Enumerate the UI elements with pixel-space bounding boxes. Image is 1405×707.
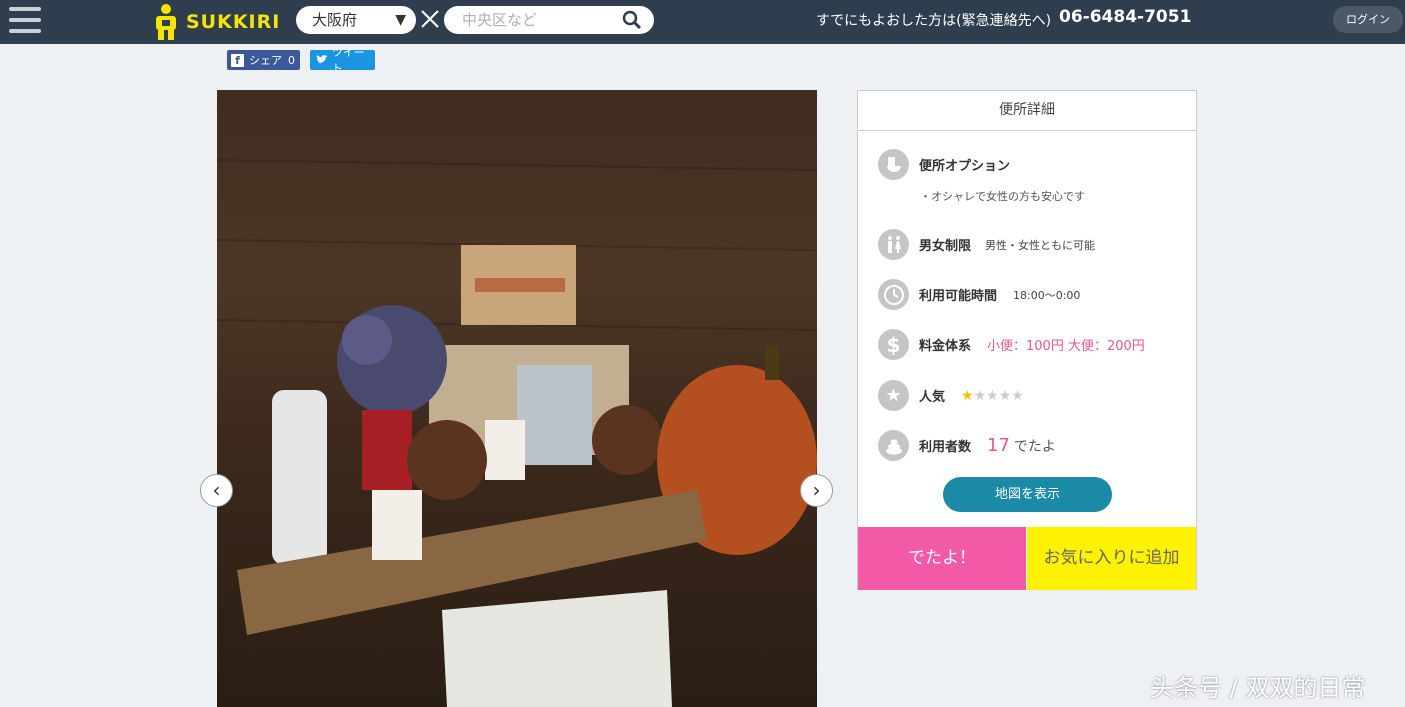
share-label: シェア <box>249 54 282 67</box>
toilet-icon <box>878 149 909 180</box>
star-empty-icon: ★ <box>973 387 987 404</box>
star-empty-icon: ★ <box>986 387 999 404</box>
panel-title: 便所詳細 <box>858 91 1196 131</box>
chevron-down-icon: ▼ <box>395 12 406 28</box>
hours-value: 18:00〜0:00 <box>1013 288 1081 302</box>
poop-icon <box>878 430 909 461</box>
top-header: SUKKIRI 大阪府 ▼ すでにもよおした方は(緊急連絡先へ) 06-6484… <box>0 0 1405 44</box>
clock-icon <box>878 279 909 310</box>
users-unit: でたよ <box>1013 438 1056 455</box>
users-label: 利用者数 <box>919 440 972 455</box>
twitter-bird-icon <box>316 55 328 64</box>
facebook-icon: f <box>231 53 244 67</box>
prefecture-select[interactable]: 大阪府 ▼ <box>296 6 416 34</box>
photo-illustration <box>217 159 817 707</box>
popularity-stars: ★★★★★ <box>961 388 1024 404</box>
search-icon[interactable] <box>622 10 642 30</box>
site-logo[interactable]: SUKKIRI <box>152 2 280 42</box>
star-empty-icon: ★ <box>1011 387 1024 404</box>
close-icon <box>421 10 439 28</box>
gender-row: 男女制限 男性・女性ともに可能 <box>878 229 1095 260</box>
popularity-label: 人気 <box>919 390 946 405</box>
logo-text: SUKKIRI <box>186 11 281 33</box>
tweet-label: ツイート <box>331 46 365 75</box>
facebook-share-button[interactable]: f シェア 0 <box>227 50 300 70</box>
option-label: 便所オプション <box>919 159 1011 174</box>
toilet-photo <box>217 90 817 707</box>
option-row: 便所オプション <box>878 149 1010 180</box>
search-input[interactable] <box>460 10 614 30</box>
next-photo-button[interactable]: › <box>800 474 833 507</box>
deta-button[interactable]: でたよ！ <box>858 527 1026 590</box>
fee-label: 料金体系 <box>919 339 972 354</box>
popularity-row: ★ 人気 ★★★★★ <box>878 380 1024 411</box>
show-map-button[interactable]: 地図を表示 <box>943 477 1112 512</box>
hamburger-menu-icon[interactable] <box>9 7 41 35</box>
prev-photo-button[interactable]: ‹ <box>200 474 233 507</box>
emergency-phone[interactable]: 06-6484-7051 <box>1059 7 1191 27</box>
hours-row: 利用可能時間 18:00〜0:00 <box>878 279 1080 310</box>
prefecture-value: 大阪府 <box>312 11 358 29</box>
share-count: 0 <box>288 53 295 67</box>
tweet-button[interactable]: ツイート <box>310 46 375 75</box>
star-icon: ★ <box>878 380 909 411</box>
emergency-contact-text: すでにもよおした方は(緊急連絡先へ) <box>816 13 1052 29</box>
gender-label: 男女制限 <box>919 239 972 254</box>
dollar-icon: $ <box>878 329 909 360</box>
users-row: 利用者数 17 でたよ <box>878 430 1056 461</box>
hours-label: 利用可能時間 <box>919 289 998 304</box>
add-favorite-button[interactable]: お気に入りに追加 <box>1027 527 1196 590</box>
gender-value: 男性・女性ともに可能 <box>985 238 1096 252</box>
star-empty-icon: ★ <box>998 387 1012 404</box>
users-count: 17 <box>987 435 1010 456</box>
star-filled-icon: ★ <box>961 387 974 404</box>
search-field <box>444 6 654 34</box>
option-note: ・オシャレで女性の方も安心です <box>920 190 1085 203</box>
restroom-icon <box>878 229 909 260</box>
logo-person-icon <box>156 4 176 40</box>
fee-row: $ 料金体系 小便：100円 大便：200円 <box>878 329 1145 360</box>
fee-value: 小便：100円 大便：200円 <box>987 339 1145 354</box>
login-button[interactable]: ログイン <box>1333 6 1403 33</box>
watermark: 头条号 / 双双的日常 <box>1150 674 1366 702</box>
toilet-detail-panel: 便所詳細 便所オプション ・オシャレで女性の方も安心です 男女制限 男性・女性と… <box>857 90 1197 590</box>
